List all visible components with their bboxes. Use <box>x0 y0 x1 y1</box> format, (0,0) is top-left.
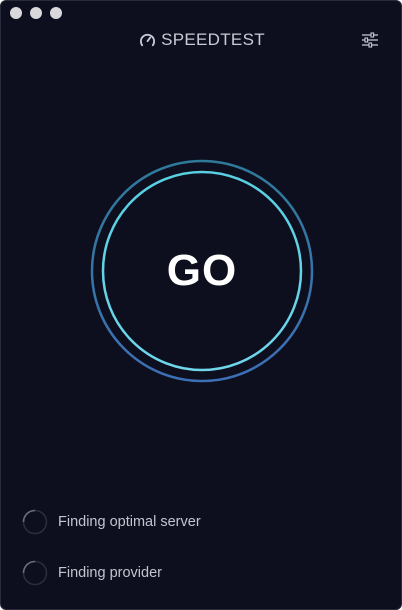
sliders-icon <box>362 32 378 48</box>
status-label: Finding optimal server <box>58 514 201 530</box>
minimize-window-button[interactable] <box>30 7 42 19</box>
spinner-icon <box>22 560 48 586</box>
zoom-window-button[interactable] <box>50 7 62 19</box>
brand-logo: SPEEDTEST <box>1 30 401 50</box>
app-window: SPEEDTEST GO Finding optimal server Find… <box>0 0 402 610</box>
close-window-button[interactable] <box>10 7 22 19</box>
spinner-icon <box>22 509 48 535</box>
status-item-provider: Finding provider <box>22 560 162 586</box>
brand-name: SPEEDTEST <box>161 30 265 49</box>
speedometer-icon <box>140 33 156 46</box>
settings-button[interactable] <box>361 31 379 49</box>
go-button[interactable]: GO <box>102 171 302 371</box>
status-label: Finding provider <box>58 565 162 581</box>
go-button-container: GO <box>90 159 314 383</box>
window-controls <box>10 7 62 19</box>
go-label: GO <box>166 246 238 295</box>
status-item-server: Finding optimal server <box>22 509 201 535</box>
